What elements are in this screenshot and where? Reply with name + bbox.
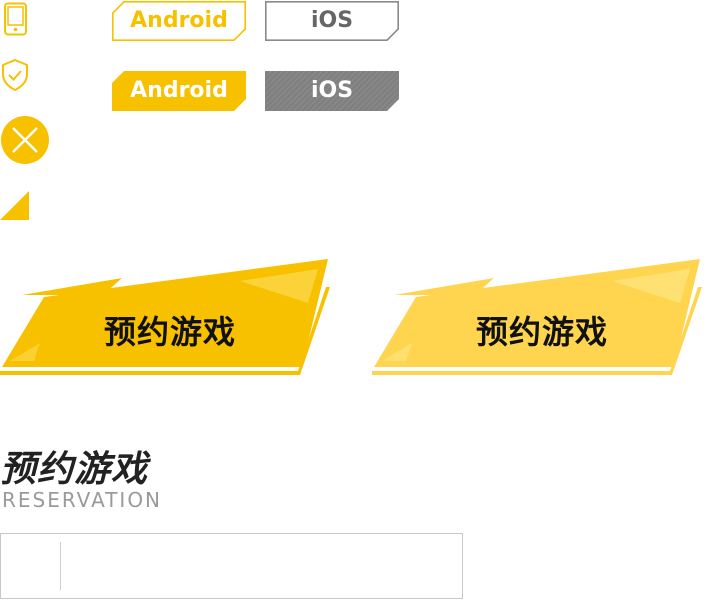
shield-check-icon	[0, 58, 30, 96]
reserve-game-button-hover[interactable]: 预约游戏	[372, 257, 702, 382]
reserve-game-label: 预约游戏	[103, 313, 236, 351]
android-tag-label: Android	[130, 8, 228, 33]
reserve-game-button[interactable]: 预约游戏	[0, 257, 330, 382]
ios-tag-label: iOS	[310, 8, 354, 33]
reserve-game-label: 预约游戏	[475, 313, 608, 351]
android-tag-filled[interactable]: Android	[112, 71, 246, 111]
input-divider	[60, 542, 61, 590]
section-subtitle: RESERVATION	[2, 488, 163, 512]
ios-tag-filled[interactable]: iOS	[265, 71, 399, 111]
reservation-input[interactable]	[0, 533, 463, 599]
section-title: 预约游戏	[0, 449, 149, 490]
phone-icon	[3, 2, 29, 40]
android-tag-outline[interactable]: Android	[112, 1, 246, 41]
corner-triangle-icon	[0, 191, 30, 225]
ios-tag-label: iOS	[310, 78, 354, 103]
close-circle-icon[interactable]	[1, 116, 51, 170]
ios-tag-outline[interactable]: iOS	[265, 1, 399, 41]
android-tag-label: Android	[130, 78, 228, 103]
